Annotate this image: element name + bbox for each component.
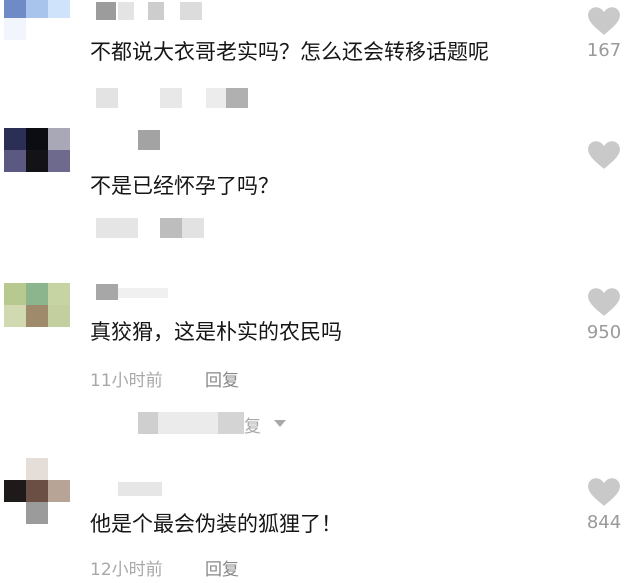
username-blurred[interactable] — [96, 284, 118, 300]
comment-text: 不是已经怀孕了吗？ — [90, 174, 279, 198]
avatar[interactable] — [4, 0, 70, 40]
comment-time: 12小时前 — [90, 560, 163, 580]
heart-icon[interactable] — [587, 287, 621, 317]
like-count: 167 — [586, 40, 622, 61]
comment-text: 他是个最会伪装的狐狸了！ — [90, 512, 342, 536]
heart-icon[interactable] — [587, 477, 621, 507]
reply-button[interactable]: 回复 — [205, 555, 239, 580]
like-count: 950 — [586, 322, 622, 343]
triangle-down-icon — [274, 420, 286, 427]
heart-icon[interactable] — [587, 140, 621, 170]
username-blurred[interactable] — [118, 482, 162, 496]
username-blurred[interactable] — [138, 130, 160, 150]
avatar[interactable] — [4, 128, 70, 194]
meta-blurred — [96, 218, 138, 238]
avatar[interactable] — [4, 283, 70, 349]
meta-blurred — [96, 88, 118, 108]
avatar[interactable] — [4, 458, 70, 524]
comment-text: 不都说大衣哥老实吗？怎么还会转移话题呢 — [90, 40, 489, 64]
reply-button[interactable]: 回复 — [205, 366, 239, 391]
heart-icon[interactable] — [587, 6, 621, 36]
comment-text: 真狡猾，这是朴实的农民吗 — [90, 320, 342, 344]
like-count: 844 — [586, 512, 622, 533]
username-blurred[interactable] — [96, 2, 116, 20]
comment-time: 11小时前 — [90, 371, 163, 391]
expand-replies-label: 复 — [244, 417, 261, 437]
